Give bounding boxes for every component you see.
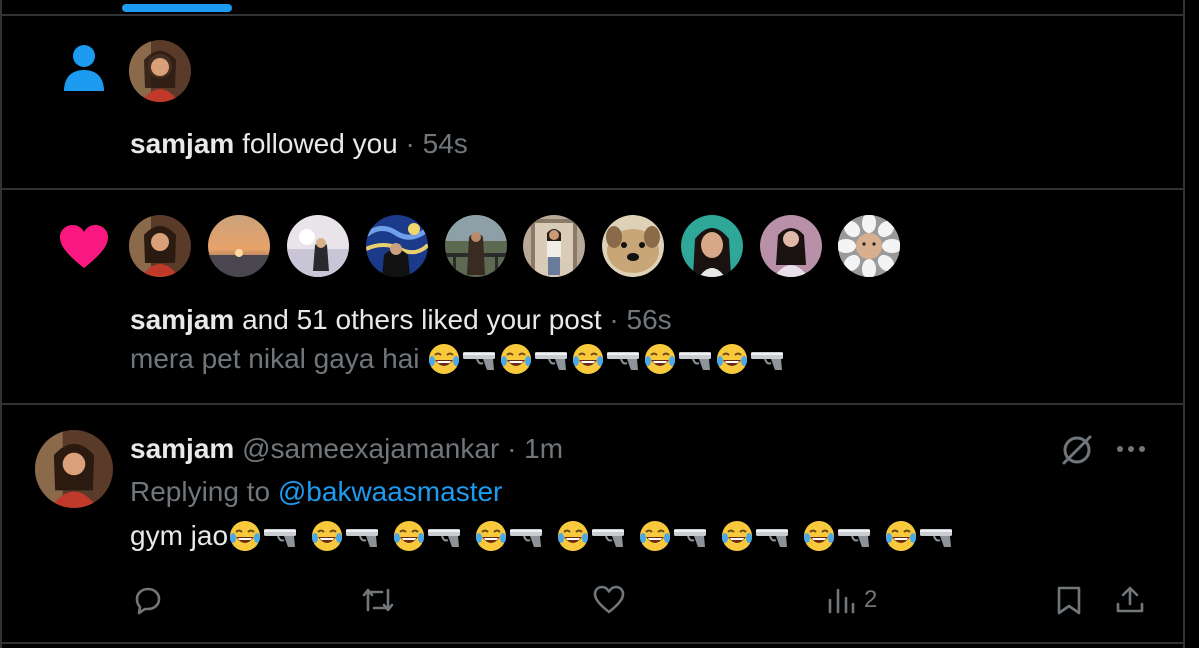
- pistol-emoji-icon: [346, 529, 379, 547]
- laughing-emoji-icon: [394, 521, 425, 551]
- separator: ·: [507, 433, 517, 464]
- follow-text: followed you: [242, 128, 398, 159]
- avatar[interactable]: [35, 430, 113, 508]
- column-border-left: [0, 0, 2, 648]
- divider: [0, 188, 1185, 190]
- reply-author-handle[interactable]: @sameexajamankar: [242, 433, 499, 464]
- grok-icon[interactable]: [1060, 433, 1094, 467]
- reply-text: gym jao: [130, 520, 229, 551]
- divider: [0, 403, 1185, 405]
- more-icon[interactable]: [1115, 443, 1147, 455]
- repost-button[interactable]: [360, 584, 396, 616]
- reply-time[interactable]: 1m: [524, 433, 563, 464]
- pistol-emoji-icon: [535, 352, 568, 370]
- liker-avatar[interactable]: [602, 215, 664, 277]
- pistol-emoji-icon: [679, 352, 712, 370]
- laughing-emoji-icon: [476, 521, 507, 551]
- liker-avatar[interactable]: [681, 215, 743, 277]
- pistol-emoji-icon: [756, 529, 789, 547]
- laughing-emoji-icon: [804, 521, 835, 551]
- liker-avatar[interactable]: [445, 215, 507, 277]
- laughing-emoji-icon: [640, 521, 671, 551]
- separator: ·: [405, 128, 415, 159]
- repost-icon: [362, 588, 394, 612]
- laughing-emoji-icon: [717, 344, 748, 374]
- share-icon: [1116, 586, 1144, 613]
- separator: ·: [609, 304, 619, 335]
- reply-author-name[interactable]: samjam: [130, 433, 234, 464]
- emoji-sequence: [228, 520, 956, 551]
- emoji-sequence: [427, 343, 787, 374]
- replying-to-link[interactable]: @bakwaasmaster: [278, 476, 503, 507]
- liked-post-preview[interactable]: mera pet nikal gaya hai: [130, 342, 787, 376]
- views-button[interactable]: 2: [826, 584, 877, 616]
- laughing-emoji-icon: [230, 521, 261, 551]
- share-button[interactable]: [1114, 584, 1146, 616]
- liked-post-text: mera pet nikal gaya hai: [130, 343, 420, 374]
- laughing-emoji-icon: [558, 521, 589, 551]
- pistol-emoji-icon: [510, 529, 543, 547]
- follow-time: 54s: [422, 128, 468, 159]
- laughing-emoji-icon: [501, 344, 532, 374]
- heart-outline-icon: [593, 585, 625, 614]
- person-icon: [64, 45, 104, 91]
- liker-avatar[interactable]: [760, 215, 822, 277]
- liker-avatar[interactable]: [208, 215, 270, 277]
- pistol-emoji-icon: [592, 529, 625, 547]
- reply-body: gym jao: [130, 519, 956, 553]
- pistol-emoji-icon: [428, 529, 461, 547]
- laughing-emoji-icon: [573, 344, 604, 374]
- heart-icon: [60, 225, 108, 268]
- bookmark-icon: [1057, 586, 1081, 615]
- avatar[interactable]: [129, 40, 191, 102]
- laughing-emoji-icon: [722, 521, 753, 551]
- pistol-emoji-icon: [751, 352, 784, 370]
- pistol-emoji-icon: [674, 529, 707, 547]
- laughing-emoji-icon: [886, 521, 917, 551]
- liker-avatar[interactable]: [129, 215, 191, 277]
- likes-time: 56s: [626, 304, 672, 335]
- like-button[interactable]: [592, 584, 626, 616]
- likes-text: and 51 others liked your post: [242, 304, 602, 335]
- bookmark-button[interactable]: [1054, 584, 1084, 616]
- pistol-emoji-icon: [920, 529, 953, 547]
- laughing-emoji-icon: [429, 344, 460, 374]
- pistol-emoji-icon: [838, 529, 871, 547]
- liker-avatar[interactable]: [366, 215, 428, 277]
- pistol-emoji-icon: [607, 352, 640, 370]
- replying-label: Replying to: [130, 476, 271, 507]
- reply-button[interactable]: [132, 584, 164, 616]
- views-count: 2: [864, 586, 878, 613]
- column-border-right: [1183, 0, 1185, 648]
- liker-avatar[interactable]: [287, 215, 349, 277]
- liker-avatar[interactable]: [838, 215, 900, 277]
- active-tab-indicator: [122, 4, 232, 12]
- divider: [0, 642, 1185, 644]
- pistol-emoji-icon: [264, 529, 297, 547]
- laughing-emoji-icon: [312, 521, 343, 551]
- divider: [0, 14, 1185, 16]
- likes-username[interactable]: samjam: [130, 304, 234, 335]
- analytics-icon: [828, 588, 855, 614]
- reply-icon: [135, 587, 161, 615]
- pistol-emoji-icon: [463, 352, 496, 370]
- follow-username[interactable]: samjam: [130, 128, 234, 159]
- laughing-emoji-icon: [645, 344, 676, 374]
- liker-avatar[interactable]: [523, 215, 585, 277]
